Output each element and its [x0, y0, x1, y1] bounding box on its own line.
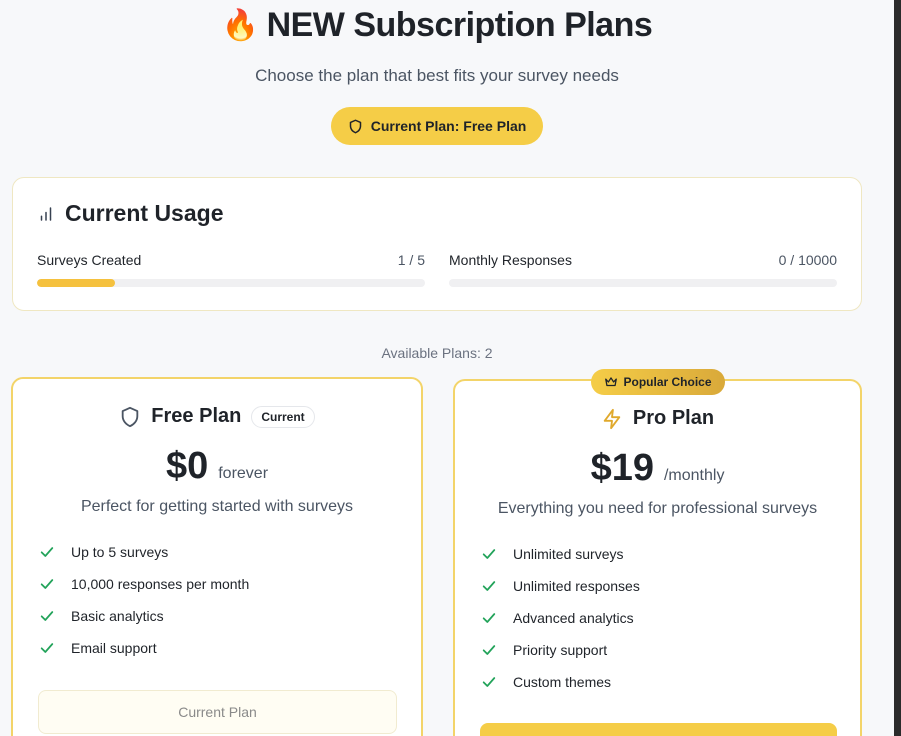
plan-description: Perfect for getting started with surveys [80, 498, 354, 515]
check-icon [482, 581, 496, 591]
price-period: forever [218, 465, 269, 482]
popular-choice-badge: Popular Choice [591, 369, 725, 395]
current-chip: Current [251, 405, 315, 428]
usage-title: Current Usage [37, 200, 223, 227]
feature-text: Up to 5 surveys [71, 544, 169, 560]
lightning-icon [603, 408, 621, 429]
bar-chart-icon [40, 206, 52, 221]
progress-track [449, 279, 837, 287]
feature-item: Email support [39, 632, 249, 664]
plan-description: Everything you need for professional sur… [497, 500, 818, 517]
price-amount: $0 [165, 445, 209, 487]
shield-icon [122, 406, 139, 427]
plan-header: Pro Plan [455, 407, 860, 430]
plan-price: $0 forever [13, 445, 421, 488]
metric-monthly-responses: Monthly Responses 0 / 10000 [449, 252, 837, 287]
progress-track [37, 279, 425, 287]
feature-list: Unlimited surveys Unlimited responses Ad… [481, 538, 640, 698]
metric-value: 0 / 10000 [778, 252, 837, 268]
check-icon [40, 547, 54, 557]
plan-name: Pro Plan [632, 407, 715, 429]
fire-icon: 🔥 [221, 9, 259, 42]
current-plan-button[interactable]: Current Plan [38, 690, 397, 734]
feature-text: Unlimited surveys [513, 546, 624, 562]
feature-item: Basic analytics [39, 600, 249, 632]
feature-text: 10,000 responses per month [71, 576, 250, 592]
feature-item: Unlimited surveys [481, 538, 640, 570]
feature-text: Email support [71, 640, 157, 656]
check-icon [40, 579, 54, 589]
feature-text: Advanced analytics [513, 610, 634, 626]
price-amount: $19 [590, 447, 654, 489]
feature-text: Custom themes [513, 674, 612, 690]
page-subtitle: Choose the plan that best fits your surv… [255, 66, 619, 85]
plan-name: Free Plan [151, 405, 242, 427]
window-edge [894, 0, 901, 736]
progress-fill [37, 279, 115, 287]
feature-item: Advanced analytics [481, 602, 640, 634]
feature-text: Unlimited responses [513, 578, 640, 594]
upgrade-button[interactable] [480, 723, 837, 736]
current-plan-badge-label: Current Plan: Free Plan [370, 118, 527, 134]
feature-item: Priority support [481, 634, 640, 666]
check-icon [482, 677, 496, 687]
check-icon [482, 613, 496, 623]
feature-item: 10,000 responses per month [39, 568, 249, 600]
feature-list: Up to 5 surveys 10,000 responses per mon… [39, 536, 249, 664]
check-icon [482, 645, 496, 655]
plan-card-free: Free Plan Current $0 forever Perfect for… [11, 377, 423, 736]
feature-item: Up to 5 surveys [39, 536, 249, 568]
feature-item: Unlimited responses [481, 570, 640, 602]
usage-title-text: Current Usage [65, 200, 224, 226]
feature-item: Custom themes [481, 666, 640, 698]
plan-price: $19 /monthly [455, 447, 860, 490]
popular-choice-label: Popular Choice [623, 375, 712, 389]
usage-card: Current Usage Surveys Created 1 / 5 Mont… [12, 177, 862, 311]
crown-icon [605, 377, 618, 387]
feature-text: Priority support [513, 642, 608, 658]
metric-label: Surveys Created [37, 252, 142, 268]
plan-card-pro: Popular Choice Pro Plan $19 /monthly Eve… [453, 369, 862, 736]
page-title-text: NEW Subscription Plans [266, 6, 653, 44]
shield-icon [349, 119, 361, 133]
check-icon [40, 611, 54, 621]
page-title: 🔥 NEW Subscription Plans [0, 6, 874, 45]
plan-header: Free Plan Current [13, 405, 421, 428]
metric-label: Monthly Responses [449, 252, 572, 268]
price-period: /monthly [663, 467, 725, 484]
current-plan-badge: Current Plan: Free Plan [331, 107, 543, 145]
metric-value: 1 / 5 [397, 252, 425, 268]
available-plans-count: Available Plans: 2 [381, 345, 493, 361]
feature-text: Basic analytics [71, 608, 164, 624]
check-icon [482, 549, 496, 559]
check-icon [40, 643, 54, 653]
metric-surveys-created: Surveys Created 1 / 5 [37, 252, 425, 287]
